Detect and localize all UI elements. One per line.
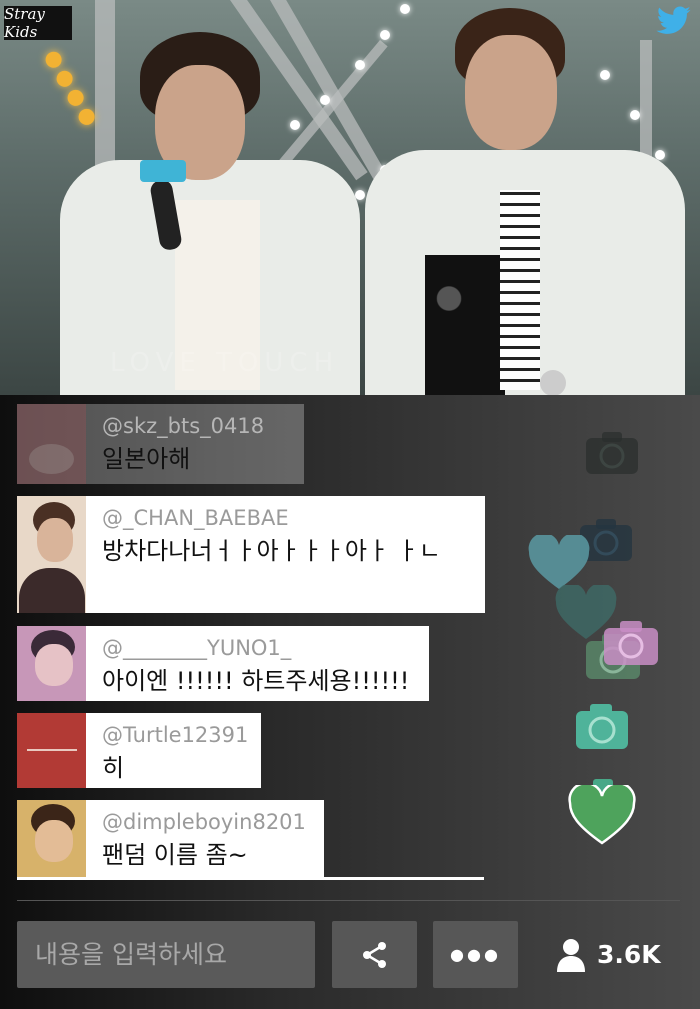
comment-input[interactable]: 내용을 입력하세요: [17, 921, 315, 988]
avatar[interactable]: [17, 713, 86, 788]
viewer-count-value: 3.6K: [597, 940, 661, 969]
comment-item: @Turtle12391 히: [17, 713, 261, 788]
video-watermark: LOVE TOUCH: [110, 348, 340, 378]
comment-bubble: @dimpleboyin8201 팬덤 이름 좀~: [86, 800, 324, 877]
comment-text: 일본아해: [102, 445, 191, 473]
viewer-count: 3.6K: [555, 921, 661, 988]
stage-light: [380, 30, 390, 40]
chat-panel: @skz_bts_0418 일본아해 @_CHAN_BAEBAE 방차다나너ㅓㅏ…: [0, 395, 700, 1009]
twitter-bird-icon: [656, 6, 691, 34]
more-icon: ●●●: [450, 945, 501, 964]
comment-text: 방차다나너ㅓㅏ아ㅏㅏㅏ아ㅏ ㅏㄴ: [102, 537, 441, 565]
avatar[interactable]: [17, 626, 86, 701]
heart-icon: [528, 535, 590, 589]
stage-light: [320, 95, 330, 105]
more-options-button[interactable]: ●●●: [433, 921, 518, 988]
avatar[interactable]: [17, 800, 86, 877]
comment-item: @________YUNO1_ 아이엔 !!!!!! 하트주세용!!!!!!: [17, 626, 429, 701]
comment-item: @dimpleboyin8201 팬덤 이름 좀~: [17, 800, 324, 877]
comment-bubble: @skz_bts_0418 일본아해: [86, 404, 304, 484]
comment-bubble: @Turtle12391 히: [86, 713, 261, 788]
comment-username[interactable]: @skz_bts_0418: [102, 414, 286, 438]
live-video[interactable]: Stray Kids LOVE TOUCH: [0, 0, 700, 395]
avatar[interactable]: [17, 496, 86, 613]
stage-light: [355, 60, 365, 70]
avatar[interactable]: [17, 404, 86, 484]
comment-username[interactable]: @Turtle12391: [102, 723, 248, 747]
heart-icon: [568, 785, 636, 845]
share-button[interactable]: [332, 921, 417, 988]
comment-username[interactable]: @dimpleboyin8201: [102, 810, 306, 834]
group-logo: Stray Kids: [4, 5, 72, 41]
comment-bubble: @_CHAN_BAEBAE 방차다나너ㅓㅏ아ㅏㅏㅏ아ㅏ ㅏㄴ: [86, 496, 485, 613]
camera-icon: [576, 704, 628, 749]
stage-light: [400, 4, 410, 14]
share-icon: [362, 941, 386, 968]
comment-bubble: @________YUNO1_ 아이엔 !!!!!! 하트주세용!!!!!!: [86, 626, 429, 701]
comment-text: 히: [102, 754, 125, 782]
comment-text: 아이엔 !!!!!! 하트주세용!!!!!!: [102, 667, 410, 695]
chat-divider: [17, 877, 484, 880]
camera-icon: [604, 621, 658, 665]
stage-light: [630, 110, 640, 120]
input-divider: [17, 900, 680, 901]
stage-light: [290, 120, 300, 130]
comment-username[interactable]: @_CHAN_BAEBAE: [102, 506, 467, 530]
comment-username[interactable]: @________YUNO1_: [102, 636, 411, 660]
stage-light: [600, 70, 610, 80]
comment-item: @skz_bts_0418 일본아해: [17, 404, 304, 484]
user-icon: [557, 938, 585, 972]
camera-icon: [586, 432, 638, 474]
comment-text: 팬덤 이름 좀~: [102, 841, 248, 869]
stage-light: [355, 190, 365, 200]
comment-item: @_CHAN_BAEBAE 방차다나너ㅓㅏ아ㅏㅏㅏ아ㅏ ㅏㄴ: [17, 496, 485, 613]
